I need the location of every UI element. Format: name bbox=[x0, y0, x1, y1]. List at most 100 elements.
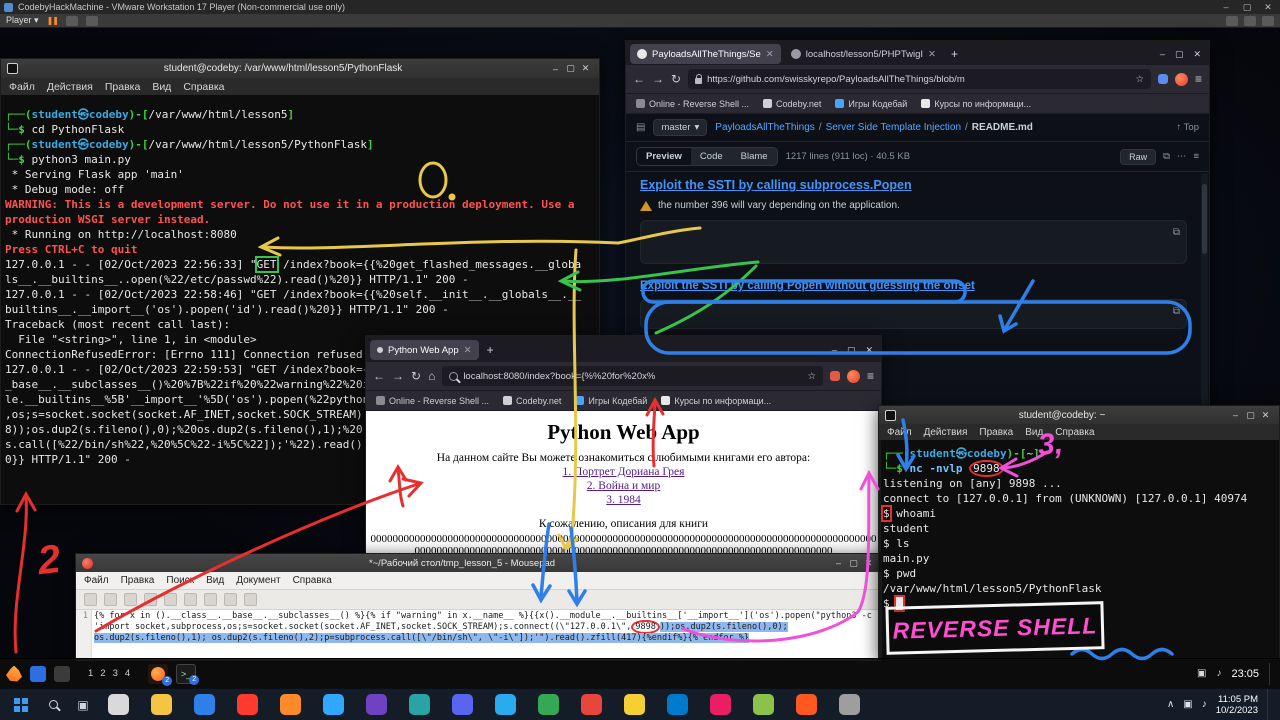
workspace-number[interactable]: 2 bbox=[100, 668, 105, 679]
forward-button[interactable]: → bbox=[652, 72, 664, 86]
menu-item[interactable]: Действия bbox=[47, 81, 93, 93]
menu-item[interactable]: Файл bbox=[887, 427, 912, 438]
home-button[interactable]: ⌂ bbox=[428, 369, 435, 383]
url-bar[interactable]: localhost:8080/index?book={%%20for%20x% … bbox=[442, 366, 823, 386]
taskbar-firefox-button[interactable]: 2 bbox=[148, 664, 168, 684]
taskbar-app-icon[interactable] bbox=[624, 694, 645, 715]
mousepad-titlebar[interactable]: *~/Рабочий стол/tmp_lesson_5 - Mousepad … bbox=[76, 554, 882, 572]
new-tab-button[interactable]: + bbox=[482, 343, 499, 357]
minimize-button[interactable]: – bbox=[1228, 410, 1243, 420]
search-button[interactable] bbox=[38, 689, 68, 720]
workspace-number[interactable]: 4 bbox=[125, 668, 130, 679]
copy-code-icon[interactable]: ⧉ bbox=[1173, 226, 1180, 240]
show-desktop-icon[interactable] bbox=[54, 666, 70, 682]
menu-item[interactable]: Файл bbox=[9, 81, 35, 93]
redo-icon[interactable] bbox=[164, 593, 177, 606]
book-link-1[interactable]: 1. Портрет Дориана Грея bbox=[366, 466, 881, 478]
vm-clock[interactable]: 23:05 bbox=[1231, 668, 1259, 680]
taskbar-app-icon[interactable] bbox=[366, 694, 387, 715]
taskbar-app-icon[interactable] bbox=[151, 694, 172, 715]
menu-item[interactable]: Документ bbox=[236, 575, 280, 586]
code-block-forloop[interactable]: ⧉ {% for x in ().__class__.__base__.__su… bbox=[640, 299, 1187, 329]
tray-icon[interactable]: ▣ bbox=[1183, 699, 1192, 710]
taskbar-app-icon[interactable] bbox=[108, 694, 129, 715]
menu-item[interactable]: Правка bbox=[979, 427, 1013, 438]
close-button[interactable]: ✕ bbox=[1258, 410, 1273, 421]
taskbar-terminal-button[interactable]: >_ 2 bbox=[176, 664, 196, 684]
hamburger-menu-icon[interactable]: ≡ bbox=[1195, 72, 1202, 86]
taskbar-app-icon[interactable] bbox=[839, 694, 860, 715]
menu-item[interactable]: Вид bbox=[152, 81, 171, 93]
file-tree-icon[interactable]: ▤ bbox=[636, 122, 645, 133]
workspace-number[interactable]: 1 bbox=[88, 668, 93, 679]
taskbar-app-icon[interactable] bbox=[280, 694, 301, 715]
vmware-fullscreen-icon[interactable] bbox=[1226, 16, 1238, 26]
new-tab-button[interactable]: + bbox=[946, 47, 963, 61]
minimize-button[interactable]: – bbox=[1218, 2, 1234, 12]
menu-item[interactable]: Файл bbox=[84, 575, 109, 586]
menu-item[interactable]: Действия bbox=[924, 427, 968, 438]
copy-icon[interactable] bbox=[204, 593, 217, 606]
vmware-toolbar-icon[interactable] bbox=[66, 16, 78, 26]
save-file-icon[interactable] bbox=[124, 593, 137, 606]
taskbar-app-icon[interactable] bbox=[237, 694, 258, 715]
maximize-button[interactable]: ▢ bbox=[1239, 2, 1255, 13]
workspace-number[interactable]: 3 bbox=[113, 668, 118, 679]
notification-strip[interactable] bbox=[1269, 663, 1274, 685]
minimize-button[interactable]: – bbox=[831, 558, 846, 568]
vmware-devices-icon[interactable] bbox=[1262, 16, 1274, 26]
volume-tray-icon[interactable]: ♪ bbox=[1216, 668, 1221, 679]
bookmark-item[interactable]: Курсы по информаци... bbox=[661, 396, 771, 406]
file-manager-icon[interactable] bbox=[30, 666, 46, 682]
bookmark-item[interactable]: Игры Кодебай bbox=[575, 396, 647, 406]
back-to-top-link[interactable]: ↑ Top bbox=[1176, 122, 1199, 133]
account-avatar[interactable] bbox=[1175, 73, 1188, 86]
outline-icon[interactable]: ≡ bbox=[1193, 151, 1199, 162]
tab-close-icon[interactable]: ✕ bbox=[928, 49, 936, 60]
display-tray-icon[interactable]: ▣ bbox=[1197, 668, 1206, 679]
editor-text[interactable]: {% for x in ().__class__.__base__.__subc… bbox=[92, 610, 874, 661]
pause-vm-button[interactable]: ❚❚ bbox=[47, 16, 58, 25]
book-link-3[interactable]: 3. 1984 bbox=[366, 494, 881, 506]
maximize-button[interactable]: ▢ bbox=[846, 558, 861, 569]
paste-icon[interactable] bbox=[224, 593, 237, 606]
menu-item[interactable]: Справка bbox=[1055, 427, 1094, 438]
taskbar-app-icon[interactable] bbox=[753, 694, 774, 715]
bookmark-item[interactable]: Online - Reverse Shell ... bbox=[376, 396, 489, 406]
menu-item[interactable]: Справка bbox=[183, 81, 224, 93]
tab-payloadsallthethings[interactable]: PayloadsAllTheThings/Se ✕ bbox=[630, 44, 781, 64]
maximize-button[interactable]: ▢ bbox=[1243, 410, 1258, 421]
taskbar-app-icon[interactable] bbox=[796, 694, 817, 715]
taskbar-app-icon[interactable] bbox=[409, 694, 430, 715]
forward-button[interactable]: → bbox=[392, 369, 404, 383]
tray-expand-icon[interactable]: ∧ bbox=[1167, 699, 1174, 710]
tab-blame[interactable]: Blame bbox=[732, 148, 777, 165]
reload-button[interactable]: ↻ bbox=[671, 72, 681, 86]
scrollbar-thumb[interactable] bbox=[1202, 184, 1207, 254]
menu-item[interactable]: Справка bbox=[293, 575, 332, 586]
minimize-button[interactable]: – bbox=[832, 345, 837, 356]
menu-item[interactable]: Правка bbox=[105, 81, 140, 93]
taskbar-app-icon[interactable] bbox=[323, 694, 344, 715]
bookmark-star-icon[interactable]: ☆ bbox=[807, 371, 816, 382]
menu-item[interactable]: Правка bbox=[121, 575, 155, 586]
reload-button[interactable]: ↻ bbox=[411, 369, 421, 383]
bookmark-item[interactable]: Курсы по информаци... bbox=[921, 99, 1031, 109]
book-link-2[interactable]: 2. Война и мир bbox=[366, 480, 881, 492]
vmware-unity-icon[interactable] bbox=[1244, 16, 1256, 26]
taskbar-app-icon[interactable] bbox=[452, 694, 473, 715]
volume-icon[interactable]: ♪ bbox=[1202, 699, 1207, 710]
back-button[interactable]: ← bbox=[633, 72, 645, 86]
taskbar-app-icon[interactable] bbox=[710, 694, 731, 715]
cut-icon[interactable] bbox=[184, 593, 197, 606]
maximize-button[interactable]: ▢ bbox=[563, 63, 578, 74]
app-menu-icon[interactable] bbox=[6, 666, 22, 682]
copy-code-icon[interactable]: ⧉ bbox=[1173, 305, 1180, 319]
close-button[interactable]: ✕ bbox=[1260, 2, 1276, 13]
maximize-button[interactable]: ▢ bbox=[847, 345, 856, 356]
minimize-button[interactable]: – bbox=[548, 64, 563, 74]
extension-icon[interactable] bbox=[1158, 74, 1168, 84]
branch-selector[interactable]: master▾ bbox=[653, 119, 707, 136]
host-clock[interactable]: 11:05 PM 10/2/2023 bbox=[1216, 694, 1258, 716]
account-avatar[interactable] bbox=[847, 370, 860, 383]
